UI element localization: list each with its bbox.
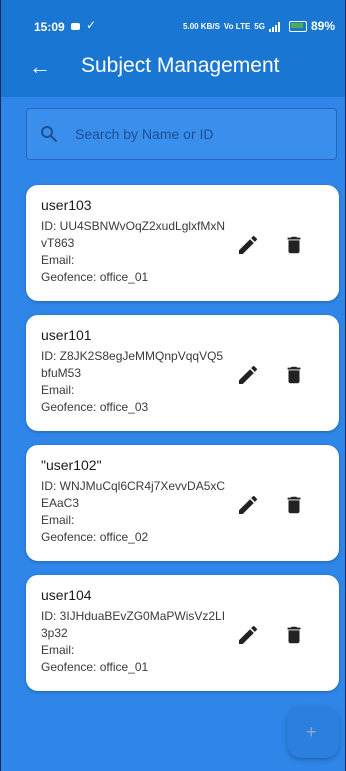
delete-icon[interactable] [283, 493, 305, 517]
subject-geofence: Geofence: office_03 [41, 400, 149, 414]
delete-icon[interactable] [283, 363, 305, 387]
search-field[interactable] [26, 108, 337, 160]
page-title: Subject Management [81, 54, 280, 77]
subject-name: user101 [41, 327, 92, 343]
subject-details: ID: UU4SBNWvOqZ2xudLglxfMxNvT863 Email: … [41, 218, 226, 286]
add-icon: + [306, 722, 317, 742]
status-indicators: 5.00 KB/S Vo LTE 5G 89% [183, 19, 335, 33]
subject-id: ID: 3IJHduaBEvZG0MaPWisVz2LI3p32 [41, 609, 226, 640]
subject-email: Email: [41, 513, 75, 527]
status-time: 15:09 [34, 20, 65, 34]
subject-geofence: Geofence: office_01 [41, 270, 149, 284]
subject-card: "user102" ID: WNJMuCql6CR4j7XevvDA5xCEAa… [26, 445, 339, 561]
edit-icon[interactable] [236, 493, 260, 517]
subject-details: ID: WNJMuCql6CR4j7XevvDA5xCEAaC3 Email: … [41, 478, 226, 546]
status-bar: 15:09 ✓ 5.00 KB/S Vo LTE 5G 89% [1, 0, 345, 52]
subject-details: ID: 3IJHduaBEvZG0MaPWisVz2LI3p32 Email: … [41, 608, 226, 676]
subject-card: user104 ID: 3IJHduaBEvZG0MaPWisVz2LI3p32… [26, 575, 339, 691]
network-type: Vo LTE [223, 21, 251, 31]
download-done-icon: ✓ [86, 18, 97, 32]
battery-icon [288, 20, 307, 32]
search-input[interactable] [75, 123, 325, 145]
subject-email: Email: [41, 383, 75, 397]
subject-details: ID: Z8JK2S8egJeMMQnpVqqVQ5bfuM53 Email: … [41, 348, 226, 416]
delete-icon[interactable] [283, 623, 305, 647]
notification-icon [71, 23, 80, 30]
subject-email: Email: [41, 643, 75, 657]
edit-icon[interactable] [236, 363, 260, 387]
network-speed: 5.00 KB/S [183, 21, 220, 31]
subject-geofence: Geofence: office_02 [41, 530, 149, 544]
arrow-back-icon[interactable]: ← [29, 56, 51, 78]
edit-icon[interactable] [236, 233, 260, 257]
subject-id: ID: UU4SBNWvOqZ2xudLglxfMxNvT863 [41, 219, 226, 250]
search-icon [41, 126, 57, 142]
add-subject-button[interactable]: + [287, 706, 339, 758]
top-bar: 15:09 ✓ 5.00 KB/S Vo LTE 5G 89% ← Subjec… [1, 0, 345, 97]
subject-name: user103 [41, 197, 92, 213]
subject-name: "user102" [41, 457, 102, 473]
app-screen: 15:09 ✓ 5.00 KB/S Vo LTE 5G 89% ← Subjec… [0, 0, 346, 771]
subject-card: user101 ID: Z8JK2S8egJeMMQnpVqqVQ5bfuM53… [26, 315, 339, 431]
edit-icon[interactable] [236, 623, 260, 647]
delete-icon[interactable] [283, 233, 305, 257]
battery-level: 89% [310, 19, 335, 33]
signal-icon [268, 21, 280, 32]
subject-id: ID: WNJMuCql6CR4j7XevvDA5xCEAaC3 [41, 479, 226, 510]
subject-email: Email: [41, 253, 75, 267]
subject-geofence: Geofence: office_01 [41, 660, 149, 674]
signal-label: 5G [254, 21, 265, 31]
subject-id: ID: Z8JK2S8egJeMMQnpVqqVQ5bfuM53 [41, 349, 224, 380]
app-bar: ← Subject Management [1, 52, 345, 97]
subject-card: user103 ID: UU4SBNWvOqZ2xudLglxfMxNvT863… [26, 185, 339, 301]
subject-name: user104 [41, 587, 92, 603]
